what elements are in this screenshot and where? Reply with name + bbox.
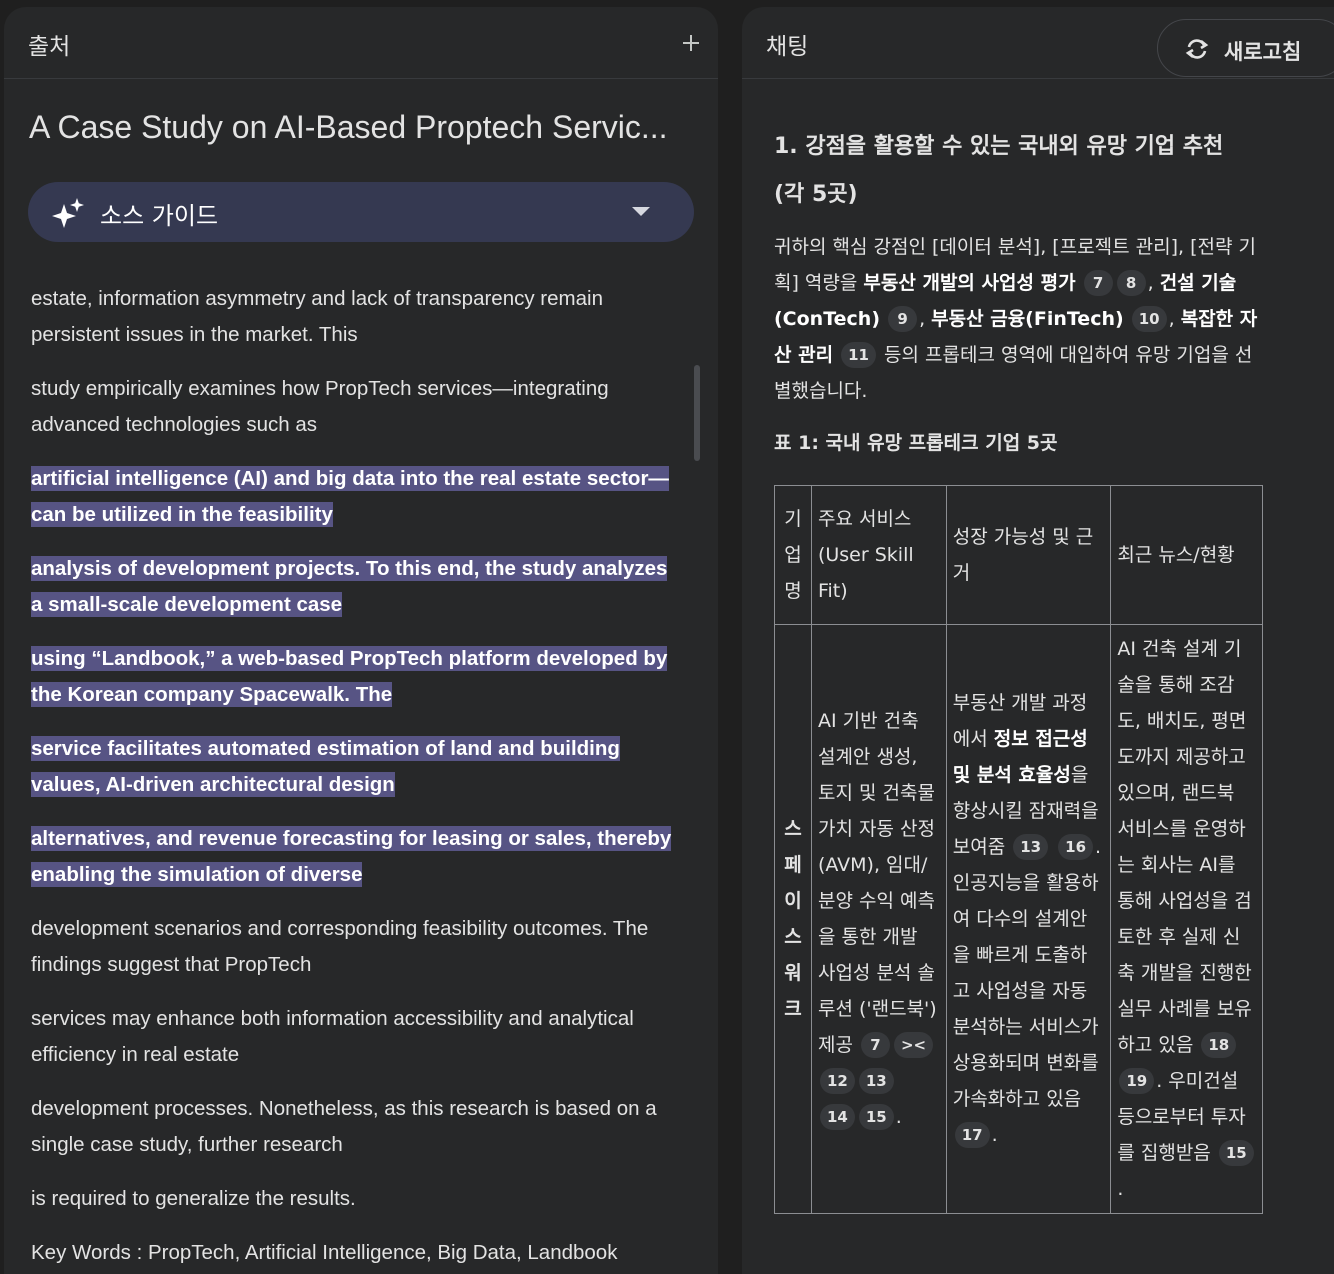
company-table: 기업명 주요 서비스 (User Skill Fit) 성장 가능성 및 근거 … (774, 485, 1263, 1214)
table-header-row: 기업명 주요 서비스 (User Skill Fit) 성장 가능성 및 근거 … (774, 485, 1263, 625)
chat-header: 채팅 새로고침 (742, 7, 1334, 79)
source-guide-button[interactable]: 소스 가이드 (28, 182, 694, 242)
col-header-growth: 성장 가능성 및 근거 (945, 485, 1112, 625)
scrollbar-thumb[interactable] (694, 365, 700, 461)
citation-chip[interactable]: 19 (1119, 1068, 1155, 1094)
chat-title: 채팅 (766, 34, 809, 60)
source-paragraph-highlighted[interactable]: service facilitates automated estimation… (31, 731, 681, 803)
response-heading: 1. 강점을 활용할 수 있는 국내외 유망 기업 추천 (774, 134, 1224, 159)
citation-chip[interactable]: 9 (888, 306, 918, 332)
collapse-icon[interactable] (680, 32, 702, 54)
cell-growth: 부동산 개발 과정에서 정보 접근성 및 분석 효율성을 향상시킬 잠재력을 보… (945, 624, 1112, 1214)
citation-chip[interactable]: 17 (954, 1122, 990, 1148)
citation-expand-chip[interactable]: >< (893, 1032, 934, 1058)
citation-chip[interactable]: 13 (1013, 834, 1049, 860)
sources-header: 출처 (4, 7, 718, 79)
source-paragraph: development processes. Nonetheless, as t… (31, 1097, 657, 1156)
source-paragraph: Key Words : PropTech, Artificial Intelli… (31, 1241, 618, 1264)
table-row: 스페이스워크 AI 기반 건축 설계안 생성, 토지 및 건축물 가치 자동 산… (774, 624, 1263, 1214)
chat-panel: 채팅 새로고침 1. 강점을 활용할 수 있는 국내외 유망 기업 추천 (각 … (742, 7, 1334, 1274)
citation-chip[interactable]: 16 (1058, 834, 1094, 860)
source-paragraph: services may enhance both information ac… (31, 1007, 634, 1066)
response-intro: 귀하의 핵심 강점인 [데이터 분석], [프로젝트 관리], [전략 기획] … (774, 236, 1258, 402)
sources-panel: 출처 A Case Study on AI-Based Proptech Ser… (4, 7, 718, 1274)
source-paragraph: estate, information asymmetry and lack o… (31, 287, 603, 346)
sources-title: 출처 (28, 34, 71, 60)
citation-chip[interactable]: 13 (858, 1068, 894, 1094)
source-paragraph: development scenarios and corresponding … (31, 917, 649, 976)
chat-response: 1. 강점을 활용할 수 있는 국내외 유망 기업 추천 (각 5곳) 귀하의 … (774, 123, 1264, 461)
cell-service: AI 기반 건축 설계안 생성, 토지 및 건축물 가치 자동 산정(AVM),… (810, 624, 947, 1214)
chevron-down-icon[interactable] (632, 207, 650, 216)
refresh-label: 새로고침 (1224, 40, 1302, 64)
source-paragraph-highlighted[interactable]: analysis of development projects. To thi… (31, 551, 681, 623)
col-header-company: 기업명 (774, 485, 812, 625)
citation-chip[interactable]: 11 (841, 342, 876, 368)
refresh-button[interactable]: 새로고침 (1157, 19, 1334, 77)
citation-chip[interactable]: 15 (1218, 1140, 1254, 1166)
refresh-icon (1185, 39, 1209, 59)
citation-chip[interactable]: 10 (1131, 306, 1167, 332)
table-caption: 표 1: 국내 유망 프롭테크 기업 5곳 (774, 432, 1058, 454)
citation-chip[interactable]: 7 (860, 1032, 890, 1058)
source-paragraph-highlighted[interactable]: artificial intelligence (AI) and big dat… (31, 461, 681, 533)
source-paragraph-highlighted[interactable]: alternatives, and revenue forecasting fo… (31, 821, 681, 893)
response-heading-sub: (각 5곳) (774, 182, 858, 207)
citation-chip[interactable]: 15 (858, 1104, 894, 1130)
citation-chip[interactable]: 7 (1083, 270, 1113, 296)
col-header-news: 최근 뉴스/현황 (1110, 485, 1263, 625)
source-guide-label: 소스 가이드 (100, 202, 219, 230)
citation-chip[interactable]: 8 (1116, 270, 1146, 296)
citation-chip[interactable]: 14 (819, 1104, 855, 1130)
cell-company: 스페이스워크 (774, 624, 812, 1214)
cell-news: AI 건축 설계 기술을 통해 조감도, 배치도, 평면도까지 제공하고 있으며… (1110, 624, 1263, 1214)
source-text: estate, information asymmetry and lack o… (31, 281, 681, 1274)
source-paragraph: is required to generalize the results. (31, 1187, 356, 1210)
source-paragraph-highlighted[interactable]: using “Landbook,” a web-based PropTech p… (31, 641, 681, 713)
source-paragraph: study empirically examines how PropTech … (31, 377, 609, 436)
citation-chip[interactable]: 12 (819, 1068, 855, 1094)
document-title: A Case Study on AI-Based Proptech Servic… (29, 109, 668, 145)
citation-chip[interactable]: 18 (1201, 1032, 1237, 1058)
col-header-service: 주요 서비스 (User Skill Fit) (810, 485, 947, 625)
sparkle-icon (52, 198, 84, 228)
